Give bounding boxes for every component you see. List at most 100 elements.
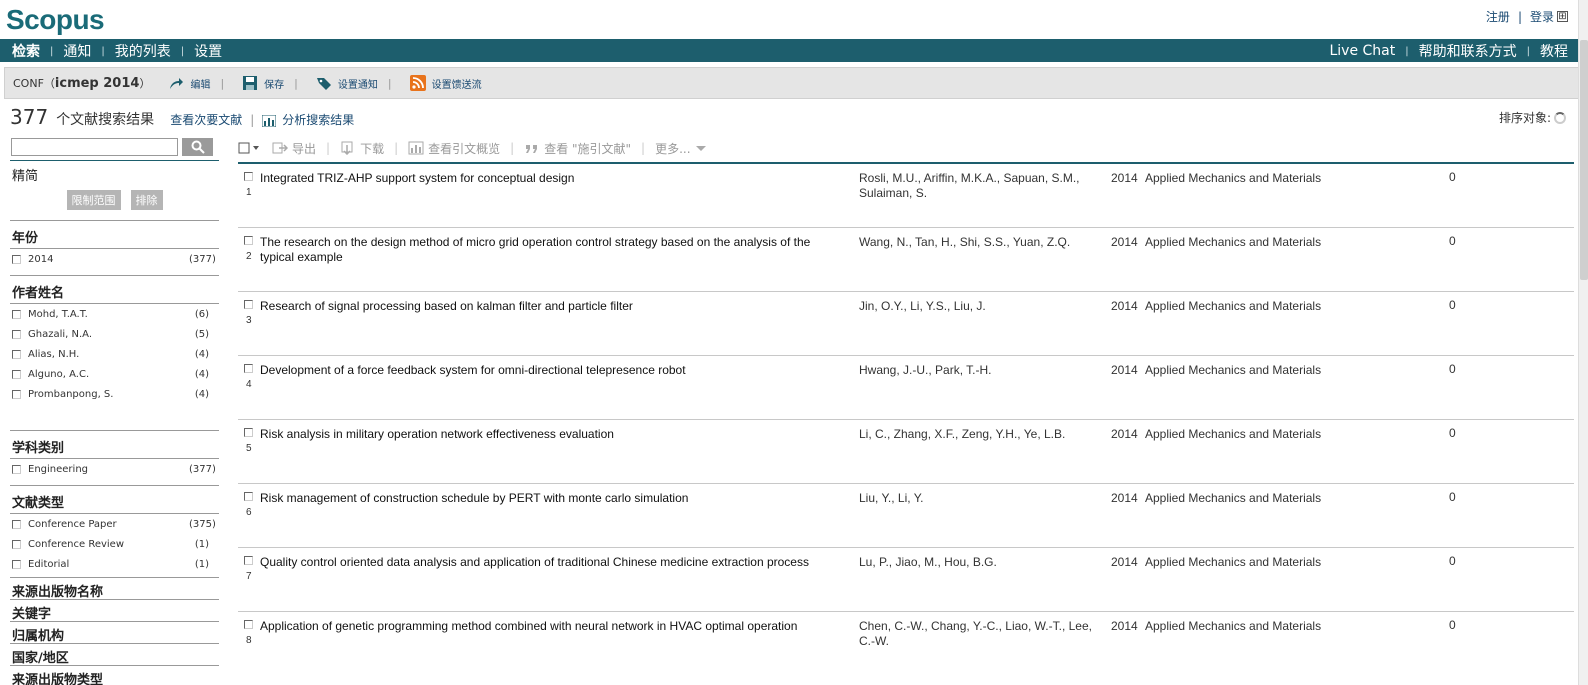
page-scrollbar[interactable] [1578,0,1588,685]
register-link[interactable]: 注册 [1486,8,1510,25]
facet-source-type[interactable]: 来源出版物类型 [10,665,219,685]
result-cited-count: 0 [1449,170,1456,184]
result-cited-count: 0 [1449,490,1456,504]
result-source[interactable]: Applied Mechanics and Materials [1145,363,1321,377]
select-all-dropdown[interactable] [238,142,262,154]
nav-search[interactable]: 检索 [12,41,40,61]
checkbox[interactable] [244,556,253,565]
checkbox[interactable] [12,389,21,399]
download-button[interactable]: 下载 [340,140,384,157]
result-authors[interactable]: Liu, Y., Li, Y. [859,491,1099,506]
result-title-link[interactable]: Application of genetic programming metho… [260,619,835,634]
result-authors[interactable]: Lu, P., Jiao, M., Hou, B.G. [859,555,1099,570]
checkbox[interactable] [12,369,21,379]
facet-item[interactable]: Alguno, A.C. (4) [10,364,219,384]
exclude-button[interactable]: 排除 [130,190,163,210]
nav-tutorials[interactable]: 教程 [1540,41,1568,61]
facet-item[interactable]: Conference Review (1) [10,534,219,554]
checkbox[interactable] [244,492,253,501]
result-source[interactable]: Applied Mechanics and Materials [1145,427,1321,441]
edit-query-button[interactable]: 编辑 [168,75,210,91]
facet-doctype-title[interactable]: 文献类型 [10,488,219,513]
checkbox[interactable] [12,329,21,339]
facet-item[interactable]: Prombanpong, S. (4) [10,384,219,404]
checkbox[interactable] [12,464,21,474]
facet-country[interactable]: 国家/地区 [10,643,219,666]
nav-settings[interactable]: 设置 [194,41,222,61]
result-authors[interactable]: Chen, C.-W., Chang, Y.-C., Liao, W.-T., … [859,619,1099,649]
result-authors[interactable]: Hwang, J.-U., Park, T.-H. [859,363,1099,378]
checkbox[interactable] [12,519,21,529]
checkbox[interactable] [12,559,21,569]
result-title-link[interactable]: Research of signal processing based on k… [260,299,835,314]
sort-by[interactable]: 排序对象: [1499,109,1566,126]
results-summary: 377 个文献搜索结果 查看次要文献 | 分析搜索结果 [10,105,355,129]
export-button[interactable]: 导出 [272,140,316,157]
result-title-link[interactable]: Integrated TRIZ-AHP support system for c… [260,171,835,186]
search-icon [191,140,205,154]
checkbox[interactable] [244,364,253,373]
checkbox[interactable] [244,172,253,181]
checkbox[interactable] [12,309,21,319]
facet-item[interactable]: Ghazali, N.A. (5) [10,324,219,344]
result-title-link[interactable]: Quality control oriented data analysis a… [260,555,835,570]
result-source[interactable]: Applied Mechanics and Materials [1145,491,1321,505]
nav-alerts[interactable]: 通知 [63,41,91,61]
result-cited-count: 0 [1449,362,1456,376]
result-authors[interactable]: Rosli, M.U., Ariffin, M.K.A., Sapuan, S.… [859,171,1099,201]
result-cited-count: 0 [1449,554,1456,568]
checkbox[interactable] [244,236,253,245]
result-source[interactable]: Applied Mechanics and Materials [1145,555,1321,569]
checkbox[interactable] [12,254,21,264]
login-link[interactable]: 登录 [1530,8,1554,25]
nav-live-chat[interactable]: Live Chat [1329,43,1395,59]
result-title-link[interactable]: Development of a force feedback system f… [260,363,835,378]
result-source[interactable]: Applied Mechanics and Materials [1145,171,1321,185]
checkbox[interactable] [12,349,21,359]
result-title-link[interactable]: The research on the design method of mic… [260,235,835,265]
analyze-results-link[interactable]: 分析搜索结果 [262,111,354,128]
facet-source-title[interactable]: 来源出版物名称 [10,577,219,600]
scopus-logo[interactable]: Scopus [6,4,105,36]
view-secondary-docs-link[interactable]: 查看次要文献 [170,111,242,128]
search-within-button[interactable] [182,138,213,156]
more-actions-dropdown[interactable]: 更多... [655,140,706,157]
facet-subject-title[interactable]: 学科类别 [10,433,219,458]
scrollbar-thumb[interactable] [1580,40,1588,280]
query-toolbar: CONF（icmep 2014） 编辑 | 保存 | 设置通知 | 设置馈送流 [4,67,1582,99]
result-authors[interactable]: Wang, N., Tan, H., Shi, S.S., Yuan, Z.Q. [859,235,1099,250]
facet-author-title[interactable]: 作者姓名 [10,278,219,303]
facet-affiliation[interactable]: 归属机构 [10,621,219,644]
limit-to-button[interactable]: 限制范围 [66,190,121,210]
citation-overview-button[interactable]: 查看引文概览 [408,140,500,157]
result-title-link[interactable]: Risk management of construction schedule… [260,491,835,506]
set-alert-button[interactable]: 设置通知 [316,75,378,91]
result-source[interactable]: Applied Mechanics and Materials [1145,235,1321,249]
result-authors[interactable]: Li, C., Zhang, X.F., Zeng, Y.H., Ye, L.B… [859,427,1099,442]
facet-item[interactable]: Alias, N.H. (4) [10,344,219,364]
facet-item[interactable]: Engineering (377) [10,459,219,479]
save-query-button[interactable]: 保存 [242,75,284,91]
result-authors[interactable]: Jin, O.Y., Li, Y.S., Liu, J. [859,299,1099,314]
checkbox[interactable] [244,620,253,629]
facet-item[interactable]: 2014 (377) [10,249,219,269]
facet-item[interactable]: Mohd, T.A.T. (6) [10,304,219,324]
result-source[interactable]: Applied Mechanics and Materials [1145,299,1321,313]
result-source[interactable]: Applied Mechanics and Materials [1145,619,1321,633]
facet-item[interactable]: Editorial (1) [10,554,219,574]
nav-help-contact[interactable]: 帮助和联系方式 [1419,41,1517,61]
set-feed-button[interactable]: 设置馈送流 [409,75,482,91]
facet-year-title[interactable]: 年份 [10,223,219,248]
checkbox[interactable] [244,300,253,309]
facet-item[interactable]: Conference Paper (375) [10,514,219,534]
checkbox[interactable] [12,539,21,549]
select-checkbox-dropdown-icon [238,142,259,154]
facet-keyword[interactable]: 关键字 [10,599,219,622]
result-cited-count: 0 [1449,618,1456,632]
checkbox[interactable] [244,428,253,437]
result-title-link[interactable]: Risk analysis in military operation netw… [260,427,835,442]
nav-my-list[interactable]: 我的列表 [115,41,171,61]
expand-login-icon[interactable]: ⊞ [1557,11,1568,22]
search-within-input[interactable] [11,138,178,156]
cited-by-button[interactable]: 查看 "施引文献" [524,140,631,157]
